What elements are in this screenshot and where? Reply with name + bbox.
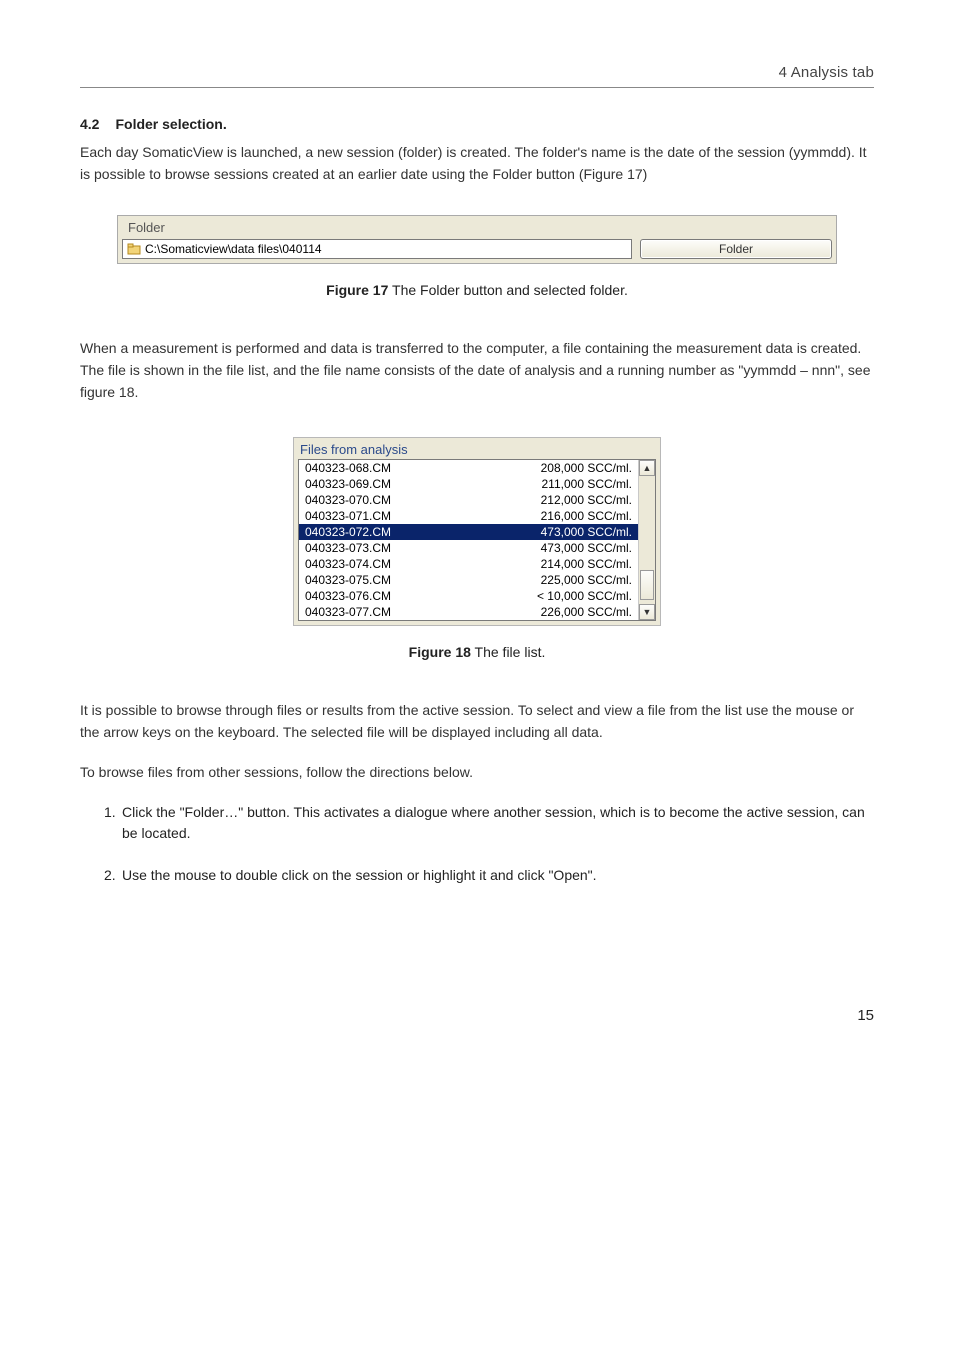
list-item-value: 212,000 SCC/ml. [541,492,632,508]
list-item[interactable]: 040323-071.CM 216,000 SCC/ml. [299,508,638,524]
list-item[interactable]: 040323-073.CM 473,000 SCC/ml. [299,540,638,556]
intro-paragraph-2: When a measurement is performed and data… [80,338,874,403]
list-item-name: 040323-077.CM [305,604,391,620]
list-item-value: 208,000 SCC/ml. [541,460,632,476]
list-item[interactable]: 040323-068.CM 208,000 SCC/ml. [299,460,638,476]
list-item-name: 040323-076.CM [305,588,391,604]
list-item-value: 473,000 SCC/ml. [541,540,632,556]
step-1-text: Click the "Folder…" button. This activat… [122,804,865,842]
figure-17-label: Figure 17 [326,282,388,298]
list-item-name: 040323-071.CM [305,508,391,524]
section-heading: 4.2 Folder selection. [80,116,874,132]
page-number: 15 [80,1007,874,1024]
folder-path-text: C:\Somaticview\data files\040114 [145,242,322,256]
list-item[interactable]: 040323-072.CM 473,000 SCC/ml. [299,524,638,540]
section-title: Folder selection. [115,116,226,132]
list-item-name: 040323-075.CM [305,572,391,588]
list-item-name: 040323-070.CM [305,492,391,508]
folder-path-display: C:\Somaticview\data files\040114 [122,239,632,259]
folder-panel: Folder C:\Somaticview\data files\040114 … [117,215,837,264]
file-list-panel-label: Files from analysis [294,438,660,459]
step-2-number: 2. [104,865,122,887]
figure-17-caption: Figure 17 The Folder button and selected… [80,282,874,298]
body-paragraph-3: It is possible to browse through files o… [80,700,874,743]
figure-18-label: Figure 18 [409,644,471,660]
scroll-thumb[interactable] [640,570,654,600]
file-list[interactable]: 040323-068.CM208,000 SCC/ml.040323-069.C… [299,460,638,620]
scrollbar[interactable]: ▲ ▼ [638,460,655,620]
step-2: 2.Use the mouse to double click on the s… [104,865,874,887]
steps-list: 1.Click the "Folder…" button. This activ… [80,802,874,887]
step-2-text: Use the mouse to double click on the ses… [122,867,597,883]
list-item[interactable]: 040323-070.CM 212,000 SCC/ml. [299,492,638,508]
file-list-panel: Files from analysis 040323-068.CM 208,000… [293,437,661,626]
list-item-value: 214,000 SCC/ml. [541,556,632,572]
list-item-value: 211,000 SCC/ml. [542,476,633,492]
folder-icon [127,242,141,256]
scroll-up-button[interactable]: ▲ [639,460,655,476]
list-item[interactable]: 040323-075.CM 225,000 SCC/ml. [299,572,638,588]
list-item[interactable]: 040323-076.CM < 10,000 SCC/ml. [299,588,638,604]
list-item-name: 040323-069.CM [305,476,391,492]
list-item-value: 473,000 SCC/ml. [541,524,632,540]
list-item[interactable]: 040323-074.CM 214,000 SCC/ml. [299,556,638,572]
page-header: 4 Analysis tab [80,64,874,88]
figure-17-text: The Folder button and selected folder. [388,282,627,298]
list-item-name: 040323-074.CM [305,556,391,572]
folder-button[interactable]: Folder [640,239,832,259]
list-item-name: 040323-072.CM [305,524,391,540]
folder-panel-label: Folder [118,216,836,237]
list-item[interactable]: 040323-069.CM 211,000 SCC/ml. [299,476,638,492]
list-item-value: 225,000 SCC/ml. [541,572,632,588]
list-item-value: < 10,000 SCC/ml. [537,588,632,604]
figure-18-caption: Figure 18 The file list. [80,644,874,660]
figure-18-text: The file list. [471,644,545,660]
list-item[interactable]: 040323-077.CM 226,000 SCC/ml. [299,604,638,620]
list-item-value: 226,000 SCC/ml. [541,604,632,620]
intro-paragraph-1: Each day SomaticView is launched, a new … [80,142,874,185]
list-item-name: 040323-073.CM [305,540,391,556]
scroll-down-button[interactable]: ▼ [639,604,655,620]
list-item-value: 216,000 SCC/ml. [541,508,632,524]
list-item-name: 040323-068.CM [305,460,391,476]
step-1: 1.Click the "Folder…" button. This activ… [104,802,874,845]
folder-button-label: Folder [719,242,753,256]
body-paragraph-4: To browse files from other sessions, fol… [80,762,874,784]
step-1-number: 1. [104,802,122,824]
section-number: 4.2 [80,116,99,132]
